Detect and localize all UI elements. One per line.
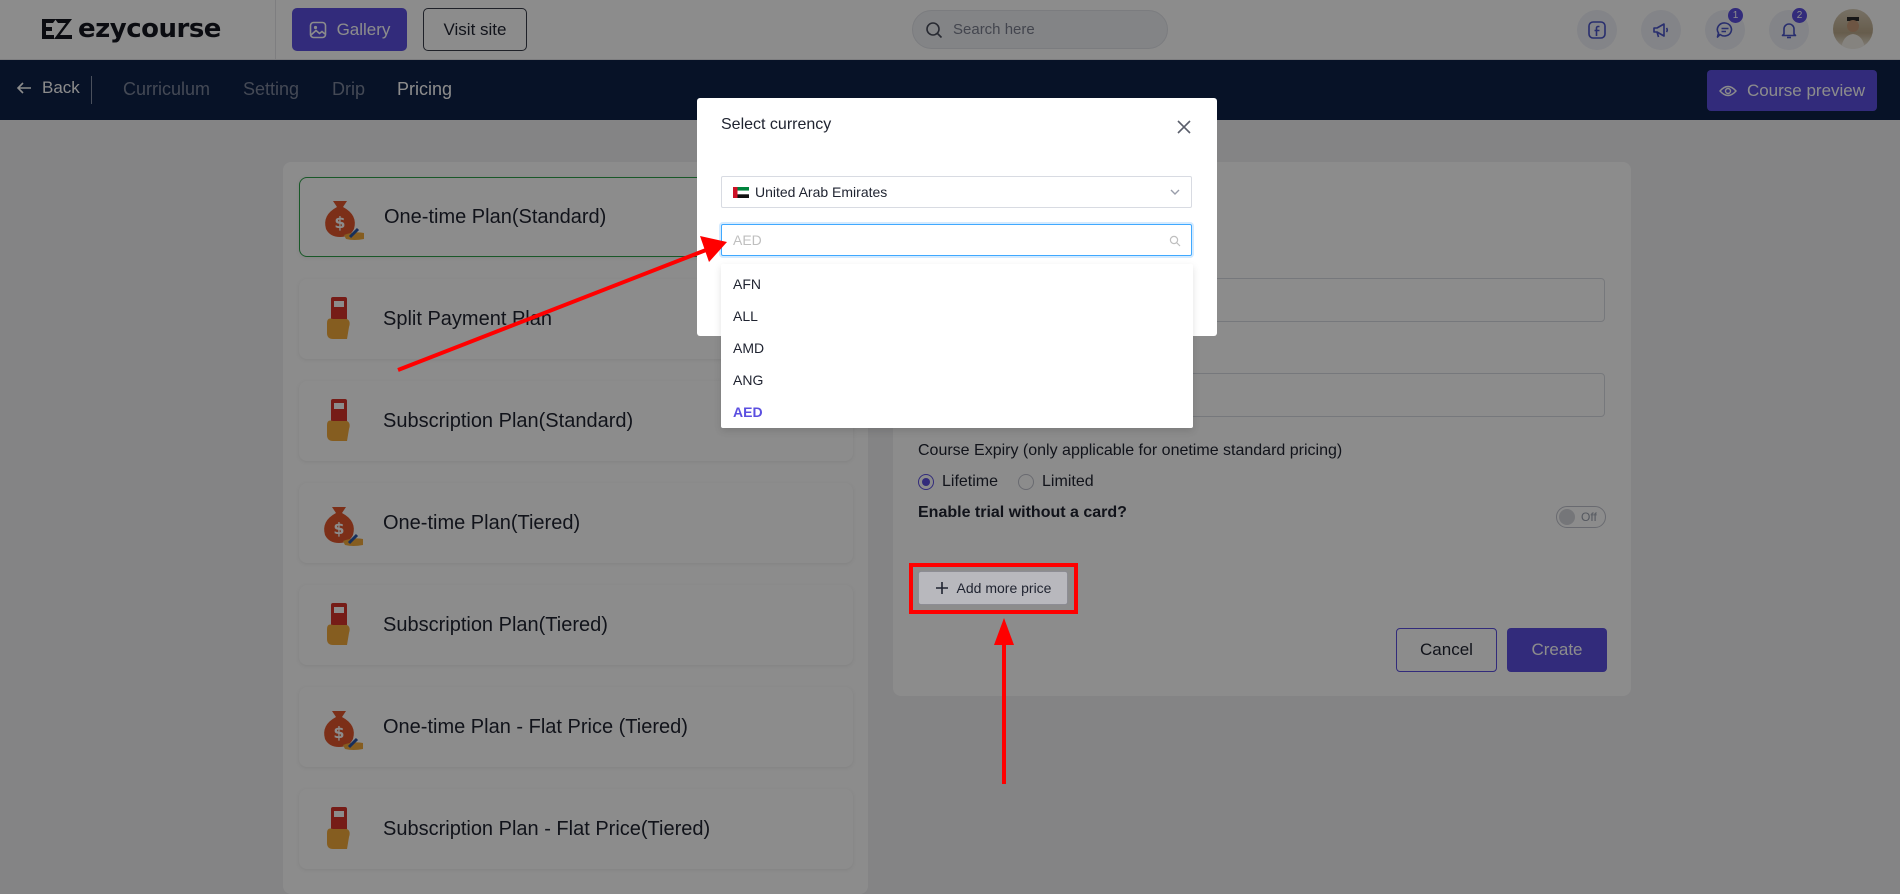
close-icon[interactable]	[1175, 118, 1193, 136]
modal-title: Select currency	[721, 116, 832, 133]
currency-dropdown: AFN ALL AMD ANG AED	[721, 264, 1193, 428]
search-icon	[1169, 235, 1181, 247]
currency-search[interactable]	[721, 224, 1192, 256]
add-more-price-button-highlighted[interactable]: Add more price	[918, 571, 1068, 605]
country-select[interactable]: United Arab Emirates	[721, 176, 1192, 208]
currency-option[interactable]: ANG	[721, 364, 1193, 396]
plus-icon	[935, 582, 948, 594]
currency-option[interactable]: AFN	[721, 268, 1193, 300]
uae-flag-icon	[733, 186, 749, 198]
currency-option-selected[interactable]: AED	[721, 396, 1193, 428]
currency-option[interactable]: ALL	[721, 300, 1193, 332]
add-more-price-label: Add more price	[956, 580, 1052, 596]
currency-option[interactable]: AMD	[721, 332, 1193, 364]
chevron-down-icon	[1170, 189, 1180, 195]
currency-search-input[interactable]	[733, 232, 1153, 248]
country-value: United Arab Emirates	[755, 184, 888, 200]
